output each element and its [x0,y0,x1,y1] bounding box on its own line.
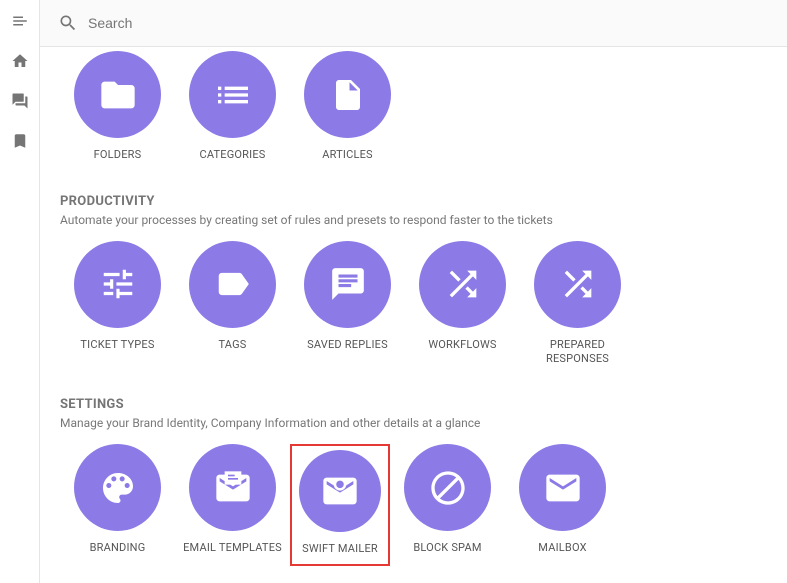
tile-label: MAILBOX [538,541,586,555]
block-icon [428,468,468,508]
bookmark-icon[interactable] [11,132,29,150]
tile-label: ARTICLES [322,148,373,162]
tile-saved-replies[interactable]: SAVED REPLIES [290,241,405,366]
tile-swift-mailer[interactable]: SWIFT MAILER [290,444,390,566]
tile-label: BLOCK SPAM [413,541,481,555]
tile-folders[interactable]: FOLDERS [60,51,175,162]
section-title-productivity: PRODUCTIVITY [60,194,767,209]
sliders-icon [99,265,137,303]
tile-workflows[interactable]: WORKFLOWS [405,241,520,366]
mail-icon [543,468,583,508]
section-title-settings: SETTINGS [60,397,767,412]
chat-icon [329,265,367,303]
section-sub-productivity: Automate your processes by creating set … [60,213,767,227]
search-bar [40,0,787,47]
tile-articles[interactable]: ARTICLES [290,51,405,162]
email-template-icon [213,468,253,508]
tile-email-templates[interactable]: EMAIL TEMPLATES [175,444,290,566]
search-icon [58,13,78,33]
shuffle-icon [443,264,483,304]
search-input[interactable] [88,15,388,31]
tile-prepared-responses[interactable]: PREPARED RESPONSES [520,241,635,366]
list-icon [213,75,253,115]
tile-label: PREPARED RESPONSES [520,338,635,366]
folder-icon [98,75,138,115]
shuffle-icon [558,264,598,304]
main-content: FOLDERS CATEGORIES ARTICLES PRODUCTIVITY… [40,47,787,583]
tile-label: SAVED REPLIES [307,338,388,352]
tile-branding[interactable]: BRANDING [60,444,175,566]
forum-icon[interactable] [11,92,29,110]
settings-tile-row: BRANDING EMAIL TEMPLATES SWIFT MAILER BL… [60,444,767,583]
tile-ticket-types[interactable]: TICKET TYPES [60,241,175,366]
top-tile-row: FOLDERS CATEGORIES ARTICLES [60,51,767,180]
tile-tags[interactable]: TAGS [175,241,290,366]
tile-label: BRANDING [90,541,146,555]
file-icon [330,77,366,113]
home-icon[interactable] [11,52,29,70]
tile-label: SWIFT MAILER [302,542,378,556]
tag-icon [214,265,252,303]
tile-label: WORKFLOWS [428,338,496,352]
tile-block-spam[interactable]: BLOCK SPAM [390,444,505,566]
palette-icon [98,468,138,508]
tile-mailbox[interactable]: MAILBOX [505,444,620,566]
tile-label: FOLDERS [94,148,142,162]
tile-categories[interactable]: CATEGORIES [175,51,290,162]
tile-label: TAGS [218,338,246,352]
tile-label: CATEGORIES [199,148,265,162]
mail-gear-icon [320,471,360,511]
section-sub-settings: Manage your Brand Identity, Company Info… [60,416,767,430]
tile-label: EMAIL TEMPLATES [183,541,282,555]
left-rail [0,0,40,583]
productivity-tile-row: TICKET TYPES TAGS SAVED REPLIES WORKFLOW… [60,241,767,384]
menu-icon[interactable] [11,12,29,30]
tile-label: TICKET TYPES [80,338,154,352]
